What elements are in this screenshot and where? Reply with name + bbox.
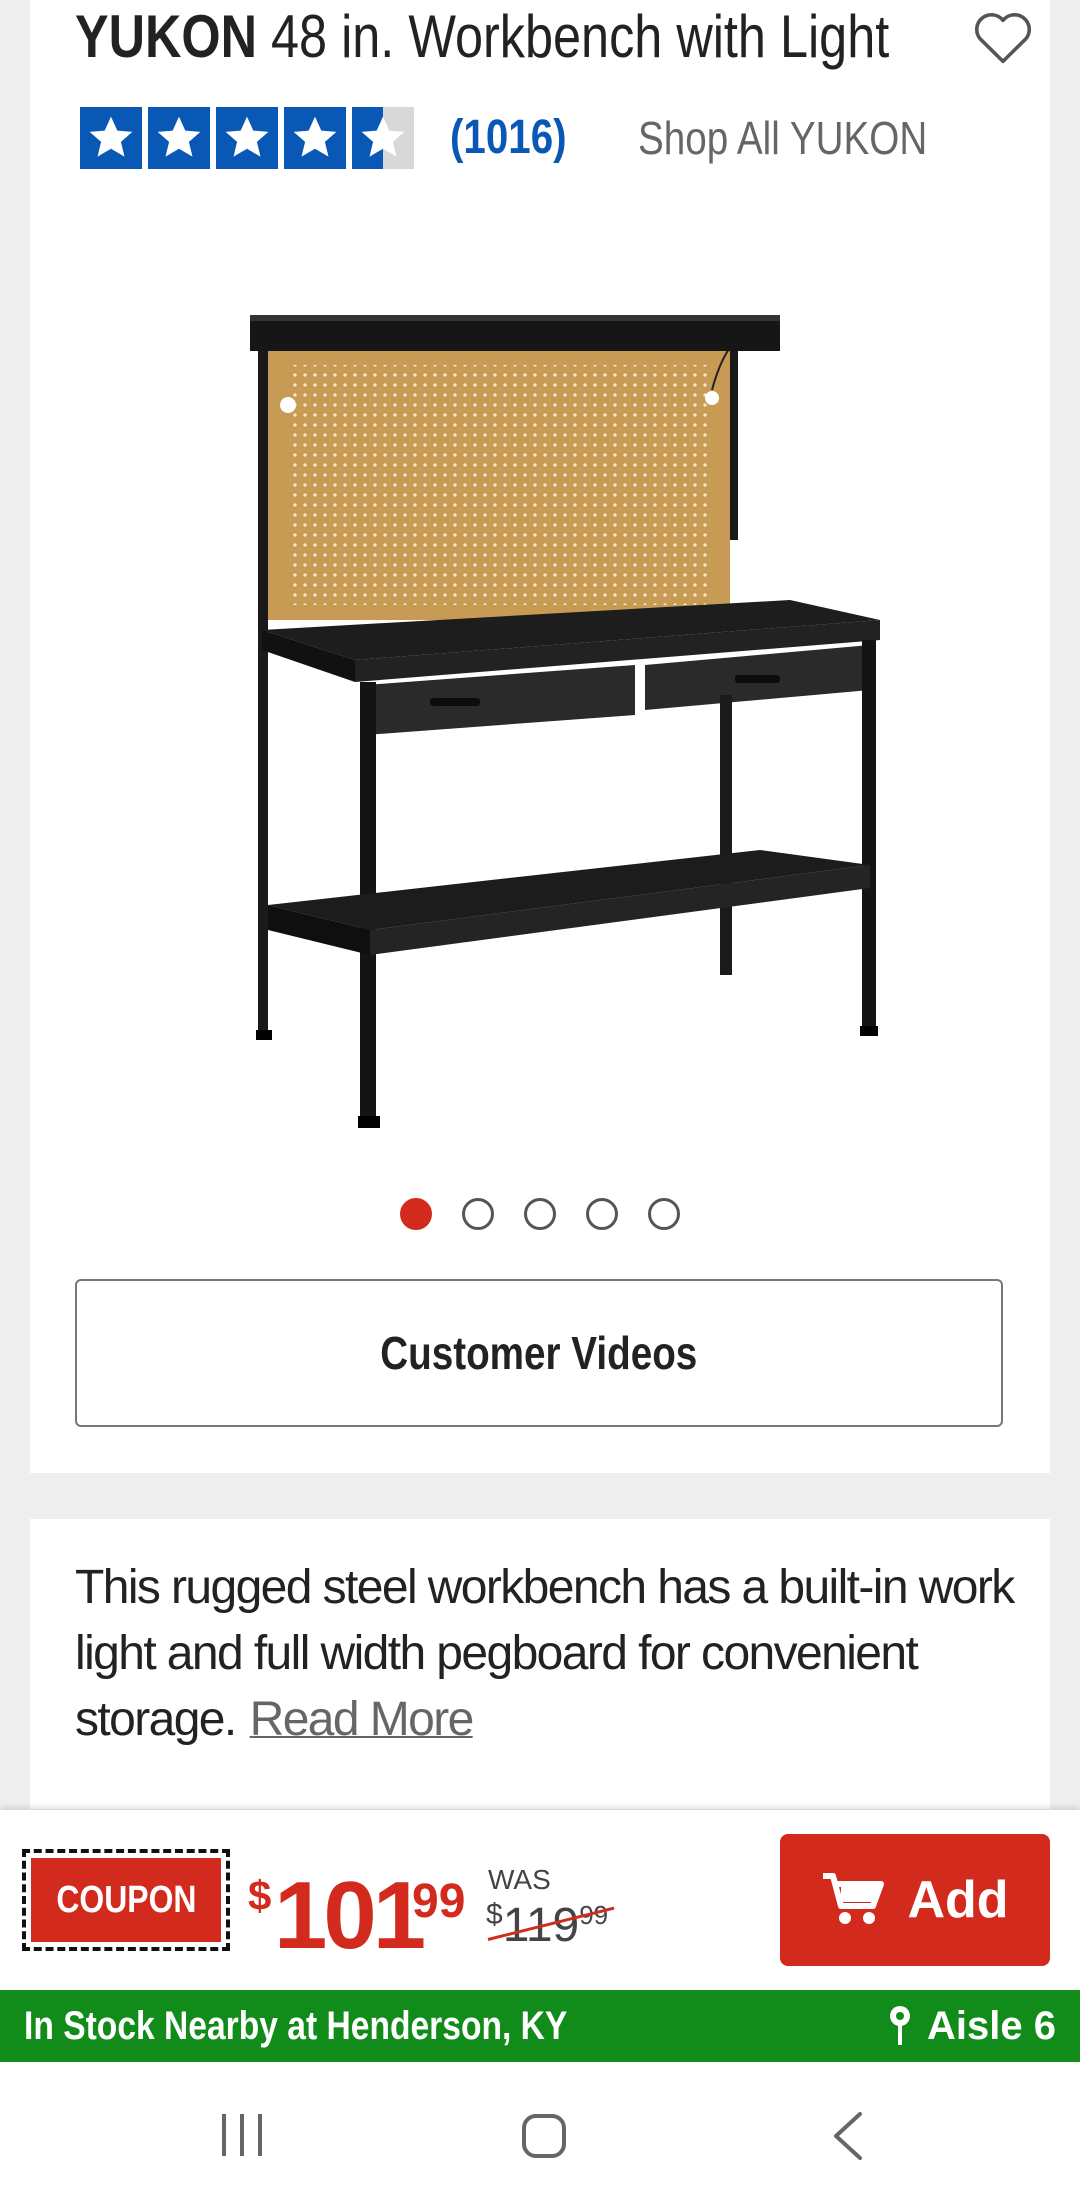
half-star-icon [352, 107, 414, 169]
recent-apps-icon[interactable] [218, 2112, 266, 2158]
product-name: 48 in. Workbench with Light [271, 3, 890, 70]
star-icon [148, 107, 210, 169]
star-icon [284, 107, 346, 169]
carousel-dot[interactable] [400, 1198, 432, 1230]
brand-name: YUKON [75, 3, 258, 70]
location-pin-icon [887, 2005, 913, 2047]
price-dollars: 101 [274, 1862, 426, 1969]
customer-videos-button[interactable]: Customer Videos [75, 1279, 1003, 1427]
carousel-dot[interactable] [648, 1198, 680, 1230]
product-title: YUKON 48 in. Workbench with Light [75, 2, 1044, 72]
image-carousel-dots [30, 1198, 1050, 1230]
add-to-cart-button[interactable]: Add [780, 1834, 1050, 1966]
home-icon[interactable] [520, 2112, 568, 2160]
stock-bar[interactable]: In Stock Nearby at Henderson, KY Aisle 6 [0, 1990, 1080, 2062]
back-icon[interactable] [830, 2110, 866, 2162]
heart-icon[interactable] [970, 5, 1036, 71]
price-cents: 99 [412, 1875, 466, 1928]
product-description: This rugged steel workbench has a built-… [75, 1555, 1055, 1753]
review-count[interactable]: (1016) [450, 106, 589, 170]
price-bar: COUPON $ 101 99 WAS $11999 Add [0, 1810, 1080, 1990]
description-card: This rugged steel workbench has a built-… [30, 1519, 1050, 1809]
description-text: This rugged steel workbench has a built-… [75, 1561, 1015, 1746]
coupon-button[interactable]: COUPON [22, 1849, 230, 1951]
star-icon [216, 107, 278, 169]
shop-all-link[interactable]: Shop All YUKON [638, 106, 982, 170]
add-label: Add [907, 1871, 1009, 1929]
carousel-dot[interactable] [524, 1198, 556, 1230]
rating-stars[interactable] [80, 107, 414, 169]
product-image[interactable] [220, 290, 900, 1140]
product-card: YUKON 48 in. Workbench with Light (1016)… [30, 0, 1050, 1473]
star-icon [80, 107, 142, 169]
stock-status: In Stock Nearby at Henderson, KY [24, 2004, 568, 2048]
system-nav-bar [0, 2062, 1080, 2204]
cart-icon [821, 1872, 885, 1928]
aisle-location: Aisle 6 [887, 2002, 1056, 2050]
carousel-dot[interactable] [462, 1198, 494, 1230]
read-more-link[interactable]: Read More [250, 1693, 475, 1746]
carousel-dot[interactable] [586, 1198, 618, 1230]
